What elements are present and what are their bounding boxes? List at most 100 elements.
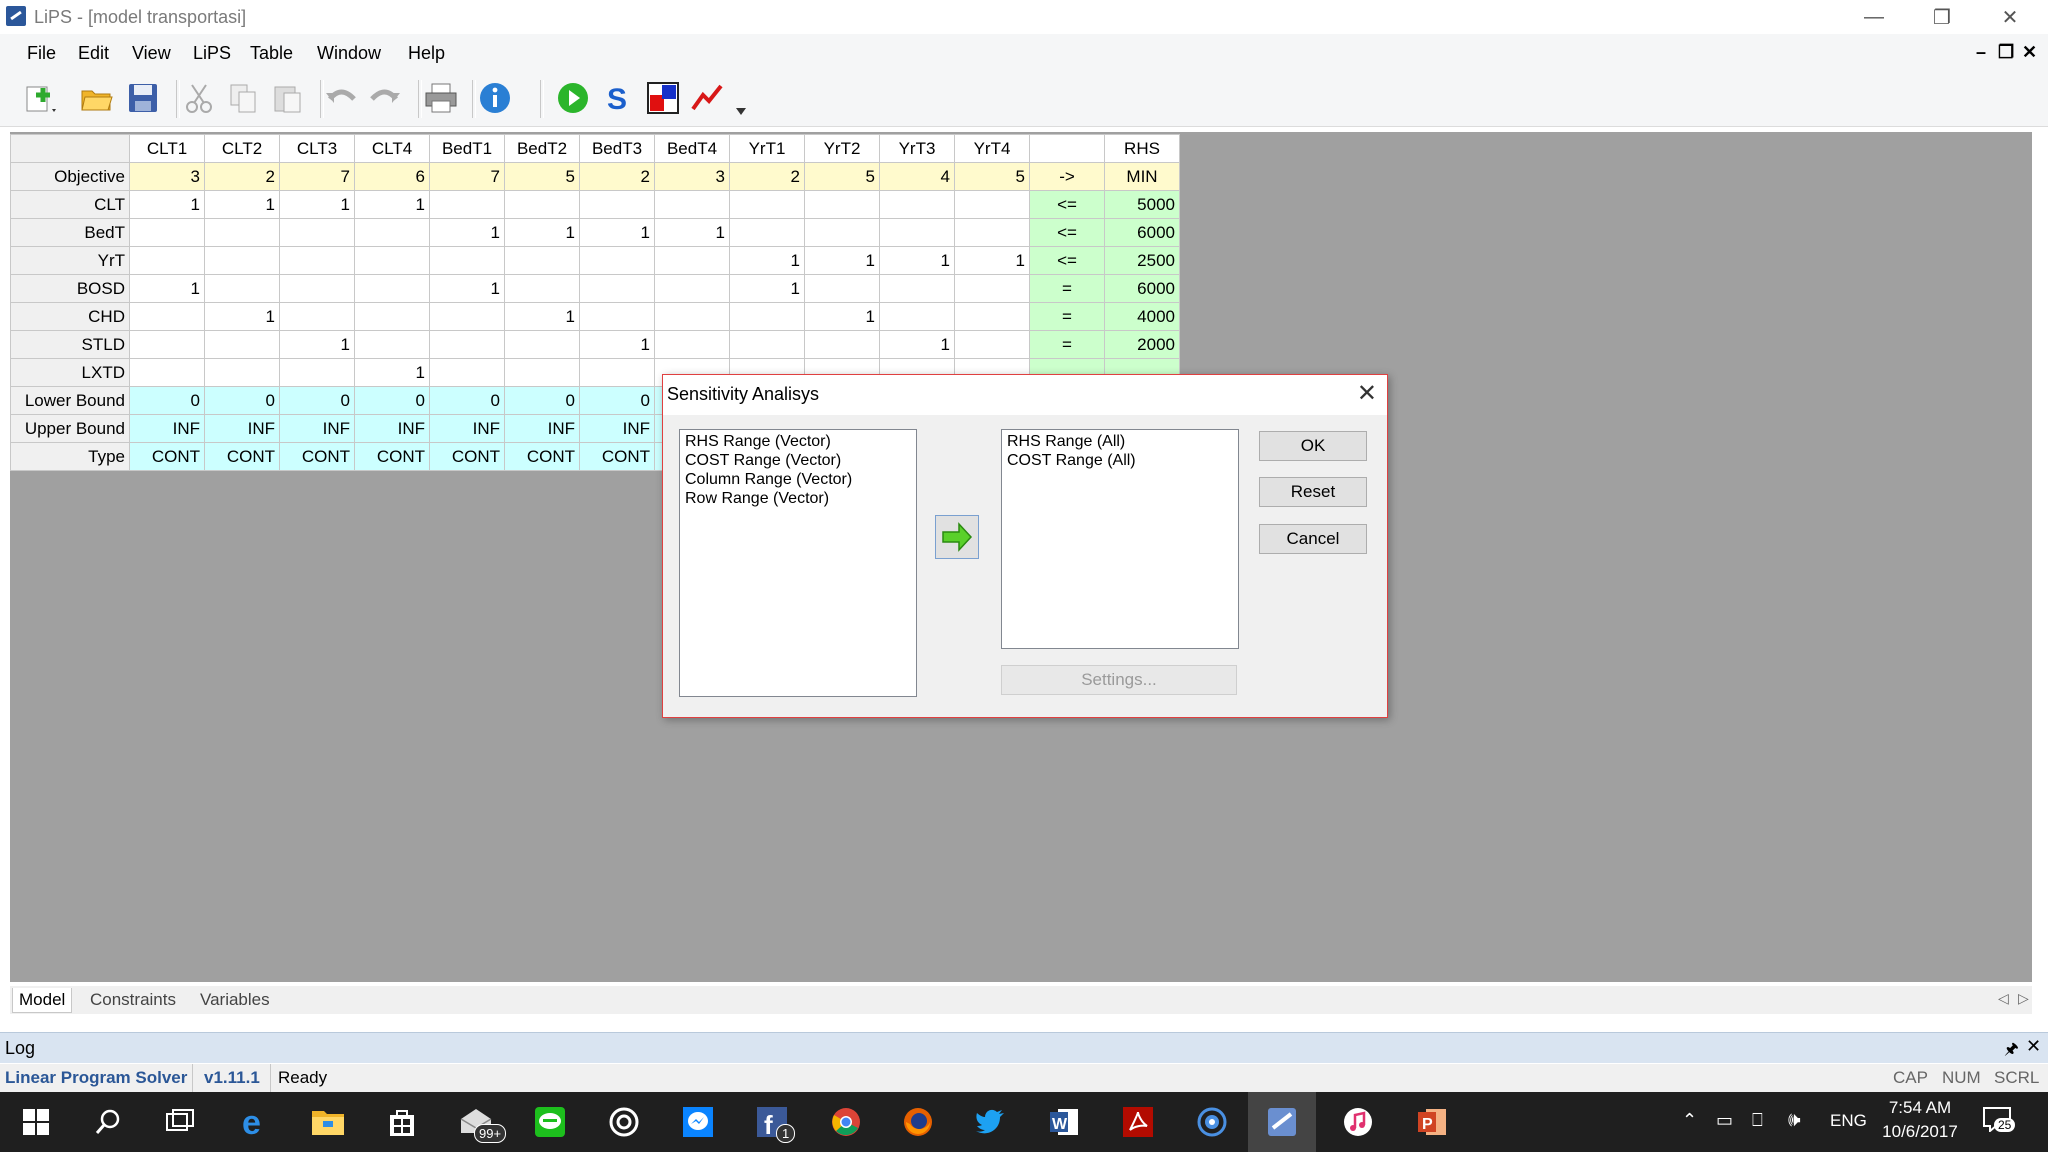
row-header[interactable]: Objective — [10, 162, 130, 191]
sensitivity-s-icon[interactable]: S — [602, 81, 636, 115]
grid-cell[interactable] — [579, 358, 655, 387]
clock-time[interactable]: 7:54 AM — [1886, 1098, 1954, 1118]
grid-cell[interactable]: 7 — [429, 162, 505, 191]
battery-icon[interactable]: ▭ — [1716, 1110, 1733, 1131]
grid-cell[interactable]: = — [1029, 330, 1105, 359]
grid-cell[interactable] — [204, 274, 280, 303]
grid-cell[interactable]: 5 — [504, 162, 580, 191]
windows-start-icon[interactable] — [16, 1102, 56, 1142]
task-view-icon[interactable] — [160, 1102, 200, 1142]
grid-cell[interactable]: 4 — [879, 162, 955, 191]
clock-date[interactable]: 10/6/2017 — [1882, 1122, 1958, 1142]
firefox-icon[interactable] — [898, 1102, 938, 1142]
grid-cell[interactable] — [579, 302, 655, 331]
tab-scroll-left-icon[interactable]: ◁ — [1998, 990, 2009, 1007]
menu-table[interactable]: Table — [250, 43, 293, 64]
grid-cell[interactable]: 1 — [729, 274, 805, 303]
grid-cell[interactable]: 3 — [654, 162, 730, 191]
grid-cell[interactable]: 1 — [279, 330, 355, 359]
pin-icon[interactable]: 🖈 — [2004, 1038, 2019, 1065]
tab-variables[interactable]: Variables — [194, 988, 276, 1012]
row-header[interactable]: STLD — [10, 330, 130, 359]
grid-cell[interactable] — [879, 302, 955, 331]
grid-cell[interactable]: 1 — [504, 302, 580, 331]
grid-cell[interactable]: CONT — [129, 442, 205, 471]
list-item[interactable]: Row Range (Vector) — [680, 489, 916, 508]
grid-cell[interactable]: = — [1029, 302, 1105, 331]
grid-cell[interactable]: CONT — [279, 442, 355, 471]
cancel-button[interactable]: Cancel — [1259, 524, 1367, 554]
grid-cell[interactable] — [579, 246, 655, 275]
grid-cell[interactable]: 5 — [954, 162, 1030, 191]
grid-cell[interactable] — [204, 246, 280, 275]
grid-cell[interactable] — [954, 302, 1030, 331]
grid-cell[interactable] — [129, 218, 205, 247]
grid-cell[interactable]: 1 — [504, 218, 580, 247]
grid-cell[interactable]: <= — [1029, 218, 1105, 247]
col-header[interactable]: BedT4 — [654, 134, 730, 163]
grid-cell[interactable]: 2000 — [1104, 330, 1180, 359]
grid-cell[interactable]: 3 — [129, 162, 205, 191]
list-item[interactable]: COST Range (Vector) — [680, 451, 916, 470]
grid-cell[interactable] — [879, 274, 955, 303]
tab-constraints[interactable]: Constraints — [84, 988, 182, 1012]
action-center-icon[interactable]: 25 — [1982, 1106, 2016, 1136]
grid-cell[interactable]: 1 — [579, 218, 655, 247]
grid-cell[interactable]: 6000 — [1104, 274, 1180, 303]
dialog-close-icon[interactable]: ✕ — [1357, 379, 1377, 408]
redo-icon[interactable] — [368, 81, 402, 115]
line-app-icon[interactable] — [530, 1102, 570, 1142]
grid-cell[interactable]: 1 — [429, 274, 505, 303]
restore-icon[interactable]: ❐ — [1912, 0, 1972, 34]
copy-icon[interactable] — [226, 81, 260, 115]
grid-cell[interactable] — [279, 358, 355, 387]
grid-cell[interactable] — [279, 218, 355, 247]
col-header[interactable]: CLT2 — [204, 134, 280, 163]
grid-cell[interactable] — [429, 302, 505, 331]
chrome-icon[interactable] — [826, 1102, 866, 1142]
row-header[interactable]: YrT — [10, 246, 130, 275]
grid-cell[interactable] — [354, 274, 430, 303]
grid-cell[interactable]: 6000 — [1104, 218, 1180, 247]
grid-cell[interactable] — [504, 246, 580, 275]
grid-cell[interactable] — [654, 190, 730, 219]
menu-view[interactable]: View — [132, 43, 171, 64]
grid-cell[interactable]: MIN — [1104, 162, 1180, 191]
save-icon[interactable] — [126, 81, 160, 115]
search-icon[interactable] — [88, 1102, 128, 1142]
grid-cell[interactable] — [729, 302, 805, 331]
grid-cell[interactable] — [654, 330, 730, 359]
grid-cell[interactable]: 2 — [204, 162, 280, 191]
cut-icon[interactable] — [182, 81, 216, 115]
grid-cell[interactable] — [354, 330, 430, 359]
menu-file[interactable]: File — [27, 43, 56, 64]
grid-cell[interactable]: 2500 — [1104, 246, 1180, 275]
grid-cell[interactable]: <= — [1029, 190, 1105, 219]
new-icon[interactable] — [22, 81, 56, 115]
grid-cell[interactable]: 1 — [804, 246, 880, 275]
log-close-icon[interactable]: ✕ — [2026, 1036, 2041, 1057]
grid-cell[interactable] — [354, 246, 430, 275]
graph-icon[interactable] — [690, 81, 724, 115]
info-icon[interactable] — [478, 81, 512, 115]
grid-cell[interactable]: 1 — [804, 302, 880, 331]
grid-cell[interactable] — [204, 358, 280, 387]
row-header[interactable]: Lower Bound — [10, 386, 130, 415]
reset-button[interactable]: Reset — [1259, 477, 1367, 507]
minimize-icon[interactable]: — — [1844, 0, 1904, 34]
grid-cell[interactable]: 1 — [204, 302, 280, 331]
powerpoint-icon[interactable]: P — [1412, 1102, 1452, 1142]
grid-cell[interactable] — [879, 190, 955, 219]
row-header[interactable]: Type — [10, 442, 130, 471]
grid-cell[interactable]: 1 — [879, 330, 955, 359]
col-header[interactable]: YrT1 — [729, 134, 805, 163]
grid-cell[interactable]: CONT — [204, 442, 280, 471]
lips-taskbar-icon[interactable] — [1262, 1102, 1302, 1142]
mail-icon[interactable]: 99+ — [456, 1102, 507, 1143]
grid-cell[interactable]: = — [1029, 274, 1105, 303]
app-eye-icon[interactable] — [1192, 1102, 1232, 1142]
grid-cell[interactable] — [429, 358, 505, 387]
grid-cell[interactable]: 1 — [654, 218, 730, 247]
grid-cell[interactable]: 1 — [204, 190, 280, 219]
mdi-close-icon[interactable]: ✕ — [2022, 42, 2037, 63]
